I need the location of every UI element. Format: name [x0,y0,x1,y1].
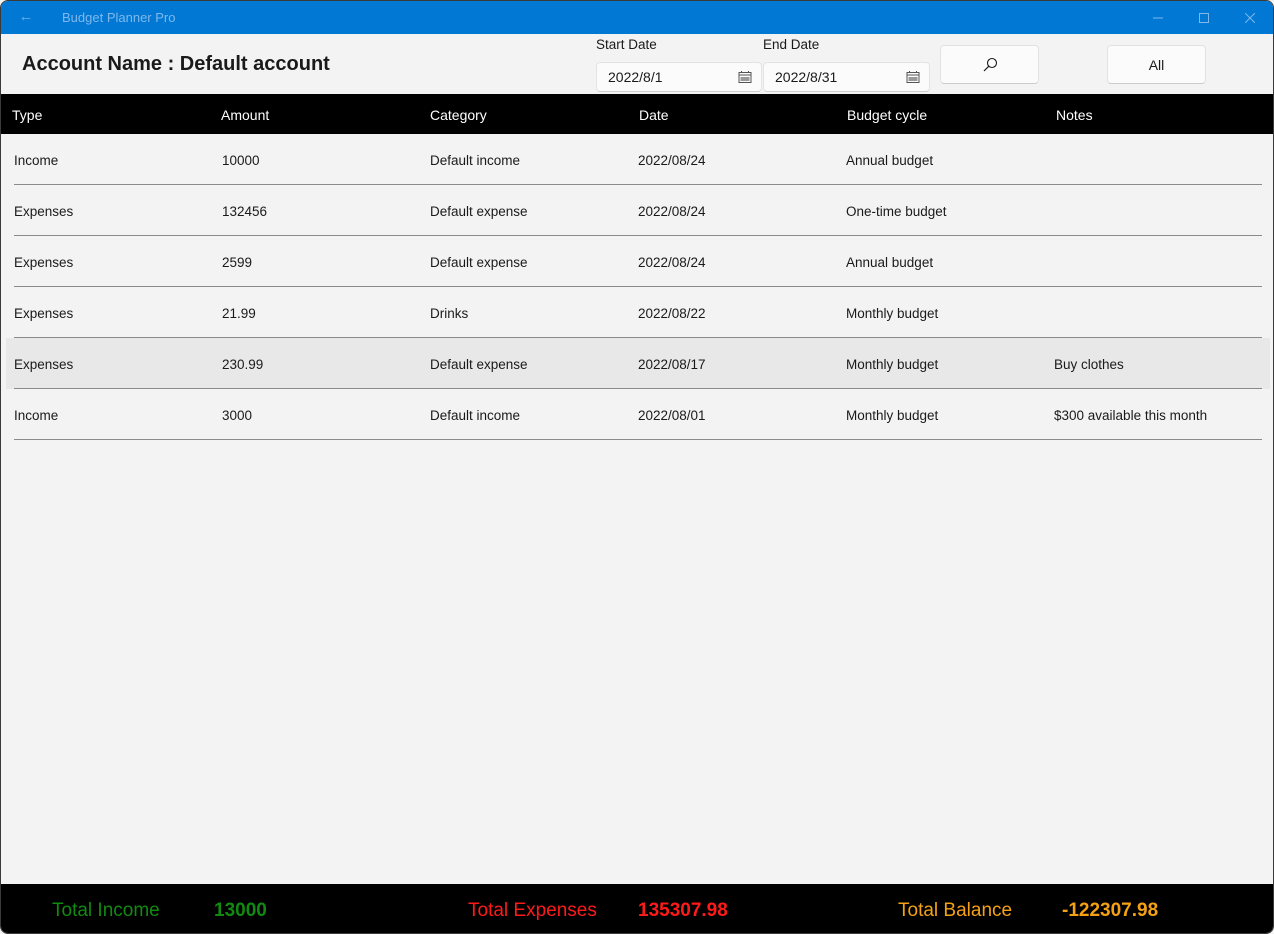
cell-amount: 3000 [222,408,253,423]
cell-budget-cycle: Monthly budget [846,357,939,372]
search-button[interactable] [940,45,1039,84]
table-row[interactable]: Expenses 132456 Default expense 2022/08/24 O… [6,185,1270,236]
minimize-button[interactable] [1135,1,1181,34]
cell-amount: 21.99 [222,306,256,321]
table-row[interactable]: Income 3000 Default income 2022/08/01 Monthl… [6,389,1270,440]
maximize-button[interactable] [1181,1,1227,34]
end-date-value: 2022/8/31 [775,69,838,85]
cell-category: Default income [430,153,521,168]
account-title: Account Name : Default account [22,53,330,75]
cell-budget-cycle: Annual budget [846,255,934,270]
cell-type: Expenses [14,357,74,372]
total-income-label: Total Income [52,900,160,921]
total-expenses-value: 135307.98 [638,900,728,921]
total-balance-label: Total Balance [898,900,1013,921]
end-date-picker[interactable]: 2022/8/31 [763,62,930,92]
cell-amount: 230.99 [222,357,264,372]
total-balance-value: -122307.98 [1062,900,1159,921]
window-title: Budget Planner Pro [62,10,176,25]
cell-date: 2022/08/24 [638,204,706,219]
cell-date: 2022/08/17 [638,357,706,372]
cell-amount: 2599 [222,255,253,270]
arrow-left-icon: ← [18,8,34,25]
cell-amount: 132456 [222,204,268,219]
cell-type: Expenses [14,255,74,270]
cell-category: Default income [430,408,521,423]
table-row[interactable]: Income 10000 Default income 2022/08/24 Annua… [6,134,1270,185]
column-header-budget-cycle[interactable]: Budget cycle [847,107,927,123]
row-divider [14,439,1262,440]
end-date-label: End Date [763,37,820,52]
cell-date: 2022/08/01 [638,408,706,423]
cell-date: 2022/08/24 [638,255,706,270]
cell-date: 2022/08/22 [638,306,706,321]
table-row[interactable]: Expenses 21.99 Drinks 2022/08/22 Monthly bud… [6,287,1270,338]
back-button[interactable]: ← [17,7,35,27]
cell-date: 2022/08/24 [638,153,706,168]
table-header: Type Amount Category Date Budget cycle N… [1,94,1273,134]
start-date-picker[interactable]: 2022/8/1 [596,62,762,92]
cell-notes: $300 available this month [1054,408,1208,423]
cell-category: Default expense [430,255,528,270]
title-bar: ← Budget Planner Pro [1,1,1273,34]
calendar-icon [738,71,752,83]
close-icon [1245,12,1255,23]
cell-amount: 10000 [222,153,260,168]
cell-budget-cycle: Monthly budget [846,408,939,423]
close-button[interactable] [1227,1,1273,34]
column-header-type[interactable]: Type [12,107,42,123]
maximize-icon [1199,12,1209,23]
cell-notes: Buy clothes [1054,357,1124,372]
minimize-icon [1153,17,1163,18]
totals-bar: Total Income 13000 Total Expenses 135307… [1,884,1273,933]
total-income-value: 13000 [214,900,267,921]
search-icon [983,57,997,71]
calendar-icon [906,71,920,83]
all-button[interactable]: All [1107,45,1206,84]
cell-type: Expenses [14,204,74,219]
column-header-amount[interactable]: Amount [221,107,269,123]
cell-type: Expenses [14,306,74,321]
column-header-date[interactable]: Date [639,107,669,123]
app-window: ← Budget Planner Pro Account Name : Defa… [0,0,1274,934]
cell-category: Default expense [430,357,528,372]
start-date-value: 2022/8/1 [608,69,663,85]
column-header-category[interactable]: Category [430,107,487,123]
cell-budget-cycle: Monthly budget [846,306,939,321]
table-row[interactable]: Expenses 2599 Default expense 2022/08/24 Ann… [6,236,1270,287]
cell-category: Drinks [430,306,469,321]
cell-type: Income [14,408,59,423]
cell-budget-cycle: One-time budget [846,204,947,219]
cell-type: Income [14,153,59,168]
start-date-label: Start Date [596,37,657,52]
total-expenses-label: Total Expenses [468,900,597,921]
column-header-notes[interactable]: Notes [1056,107,1093,123]
cell-category: Default expense [430,204,528,219]
cell-budget-cycle: Annual budget [846,153,934,168]
table-row[interactable]: Expenses 230.99 Default expense 2022/08/17 M… [6,338,1270,389]
